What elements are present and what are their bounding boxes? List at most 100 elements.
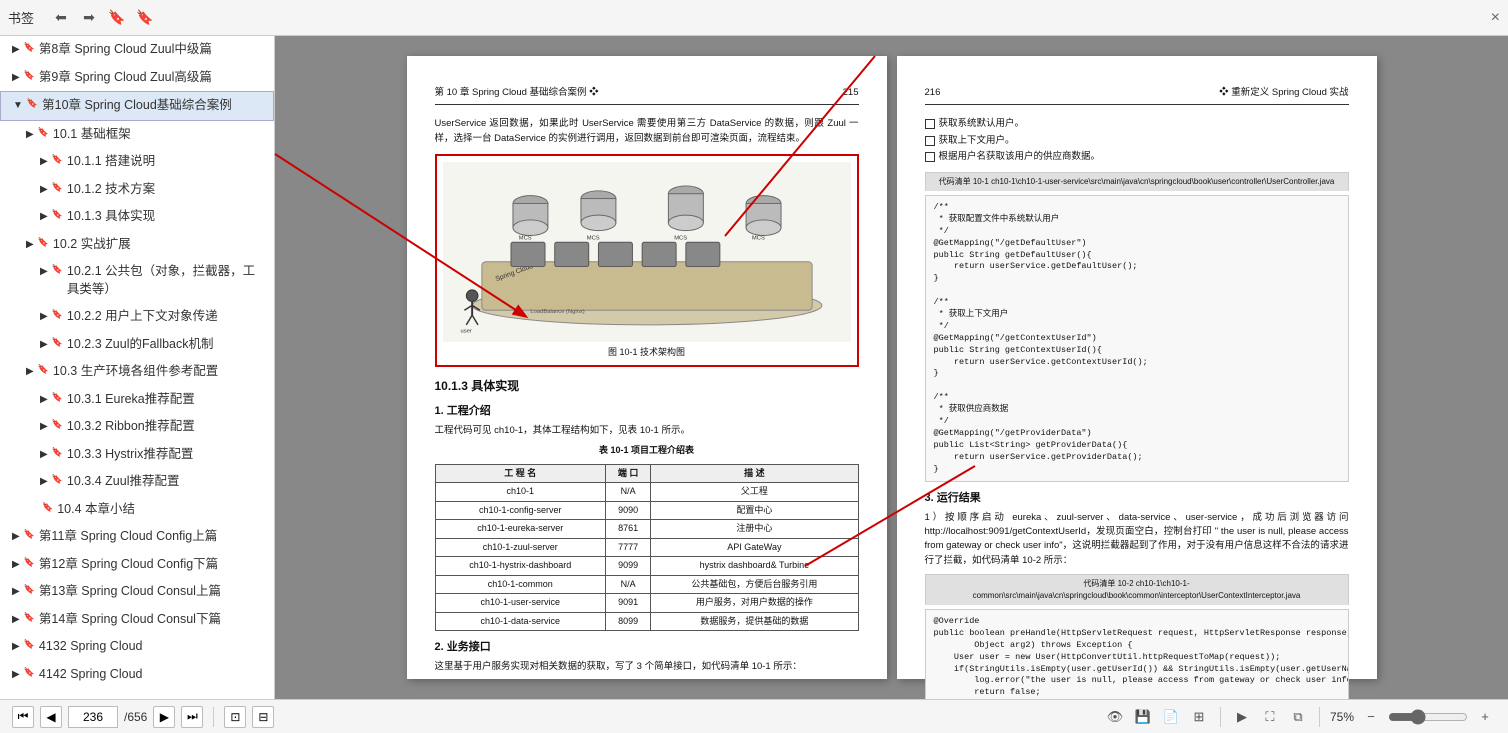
bookmark-indicator: 🔖	[52, 418, 63, 431]
sidebar-item-ch10-1[interactable]: ▶🔖 10.1 基础框架	[0, 121, 274, 149]
sidebar-item-ch10-3-2[interactable]: ▶🔖 10.3.2 Ribbon推荐配置	[0, 413, 274, 441]
zoom-slider[interactable]	[1388, 709, 1468, 725]
screen-icon[interactable]: ⛶	[1259, 706, 1281, 728]
sidebar: ▶🔖 第8章 Spring Cloud Zuul中级篇▶🔖 第9章 Spring…	[0, 36, 275, 699]
table-cell: 9091	[605, 594, 650, 613]
project-table: 工 程 名 端 口 描 述 ch10-1N/A父工程ch10-1-config-…	[435, 464, 859, 632]
sidebar-item-ch10-3[interactable]: ▶🔖 10.3 生产环境各组件参考配置	[0, 358, 274, 386]
bottom-right: 👁 💾 📄 ⊞ ▶ ⛶ ⧉ 75% − +	[1104, 706, 1496, 728]
table-cell: 父工程	[651, 483, 858, 502]
bookmark-icon2[interactable]: 🔖	[134, 7, 156, 29]
code-block2: @Override public boolean preHandle(HttpS…	[925, 609, 1349, 699]
first-page-button[interactable]: ⏮	[12, 706, 34, 728]
table-row: ch10-1-hystrix-dashboard9099hystrix dash…	[435, 557, 858, 576]
bookmark-indicator: 🔖	[52, 153, 63, 166]
check-label: 获取上下文用户。	[939, 134, 1015, 148]
play-icon[interactable]: ▶	[1231, 706, 1253, 728]
bookmark-indicator: 🔖	[38, 126, 49, 139]
sidebar-item-ch9[interactable]: ▶🔖 第9章 Spring Cloud Zuul高级篇	[0, 64, 274, 92]
sidebar-label: 10.3.1 Eureka推荐配置	[67, 391, 195, 409]
expand-triangle: ▶	[12, 668, 20, 682]
forward-icon[interactable]: ➡	[78, 7, 100, 29]
sidebar-label: 4132 Spring Cloud	[39, 638, 143, 656]
table-row: ch10-1-data-service8099数据服务，提供基础的数据	[435, 612, 858, 631]
copy-icon[interactable]: 📄	[1160, 706, 1182, 728]
code-header1: 代码清单 10-1 ch10-1\ch10-1-user-service\src…	[925, 172, 1349, 191]
zoom-plus-icon[interactable]: +	[1474, 706, 1496, 728]
section-title: 10.1.3 具体实现	[435, 377, 859, 395]
sidebar-item-ch11[interactable]: ▶🔖 第11章 Spring Cloud Config上篇	[0, 523, 274, 551]
bookmark-indicator: 🔖	[24, 638, 35, 651]
check-item: 根据用户名获取该用户的供应商数据。	[925, 150, 1349, 164]
table-row: ch10-1-user-service9091用户服务，对用户数据的操作	[435, 594, 858, 613]
sidebar-item-ch13[interactable]: ▶🔖 第13章 Spring Cloud Consul上篇	[0, 578, 274, 606]
bookmark-icon1[interactable]: 🔖	[106, 7, 128, 29]
pages-container[interactable]: 第 10 章 Spring Cloud 基础综合案例 ❖ 215 UserSer…	[275, 36, 1508, 699]
sidebar-item-ch10-2-3[interactable]: ▶🔖 10.2.3 Zuul的Fallback机制	[0, 331, 274, 359]
check-label: 获取系统默认用户。	[939, 117, 1025, 131]
page-input[interactable]	[68, 706, 118, 728]
table-row: ch10-1-config-server9090配置中心	[435, 501, 858, 520]
sidebar-label: 第13章 Spring Cloud Consul上篇	[39, 583, 221, 601]
sidebar-label: 第8章 Spring Cloud Zuul中级篇	[39, 41, 212, 59]
table-cell: N/A	[605, 483, 650, 502]
expand-triangle: ▶	[40, 210, 48, 224]
code-block1: /** * 获取配置文件中系统默认用户 */ @GetMapping("/get…	[925, 195, 1349, 482]
sidebar-item-ch10-2-1[interactable]: ▶🔖 10.2.1 公共包（对象，拦截器，工具类等）	[0, 258, 274, 303]
close-button[interactable]: ×	[1491, 9, 1500, 27]
sidebar-item-ch10-1-2[interactable]: ▶🔖 10.1.2 技术方案	[0, 176, 274, 204]
toolbar-title: 书签	[8, 8, 34, 27]
sidebar-item-ch10[interactable]: ▼🔖 第10章 Spring Cloud基础综合案例	[0, 91, 274, 121]
sidebar-item-ch14[interactable]: ▶🔖 第14章 Spring Cloud Consul下篇	[0, 606, 274, 634]
sidebar-item-ch8[interactable]: ▶🔖 第8章 Spring Cloud Zuul中级篇	[0, 36, 274, 64]
subsection3: 3. 运行结果	[925, 490, 1349, 507]
table-cell: ch10-1-eureka-server	[435, 520, 605, 539]
sidebar-label: 10.1.2 技术方案	[67, 181, 155, 199]
sidebar-label: 第11章 Spring Cloud Config上篇	[39, 528, 217, 546]
zoom-minus-icon[interactable]: −	[1360, 706, 1382, 728]
last-page-button[interactable]: ⏭	[181, 706, 203, 728]
bookmark-indicator: 🔖	[52, 308, 63, 321]
sidebar-item-ch10-1-3[interactable]: ▶🔖 10.1.3 具体实现	[0, 203, 274, 231]
next-page-button[interactable]: ▶	[153, 706, 175, 728]
expand-triangle: ▶	[26, 128, 34, 142]
sidebar-label: 10.2.2 用户上下文对象传递	[67, 308, 218, 326]
arrange-icon[interactable]: ⊞	[1188, 706, 1210, 728]
right-page: 216 ❖ 重新定义 Spring Cloud 实战 获取系统默认用户。获取上下…	[897, 56, 1377, 679]
sidebar-label: 10.3.4 Zuul推荐配置	[67, 473, 180, 491]
sidebar-item-ch10-2-2[interactable]: ▶🔖 10.2.2 用户上下文对象传递	[0, 303, 274, 331]
two-pages: 第 10 章 Spring Cloud 基础综合案例 ❖ 215 UserSer…	[407, 56, 1377, 679]
separator1	[213, 707, 214, 727]
screen-icon2[interactable]: ⧉	[1287, 706, 1309, 728]
sidebar-item-ch10-4[interactable]: 🔖 10.4 本章小结	[0, 496, 274, 524]
expand-button[interactable]: ⊡	[224, 706, 246, 728]
zoom-level: 75%	[1330, 710, 1354, 724]
table-caption: 表 10-1 项目工程介绍表	[435, 444, 859, 458]
expand-triangle: ▶	[12, 558, 20, 572]
back-icon[interactable]: ⬅	[50, 7, 72, 29]
bookmark-indicator: 🔖	[27, 97, 38, 110]
sidebar-item-ch42-spring[interactable]: ▶🔖 4142 Spring Cloud	[0, 661, 274, 689]
expand-triangle: ▶	[12, 43, 20, 57]
sidebar-label: 第12章 Spring Cloud Config下篇	[39, 556, 218, 574]
expand-triangle: ▶	[40, 475, 48, 489]
sidebar-item-ch10-3-4[interactable]: ▶🔖 10.3.4 Zuul推荐配置	[0, 468, 274, 496]
col-header-desc: 描 述	[651, 464, 858, 483]
sidebar-item-ch12[interactable]: ▶ 🔖 第12章 Spring Cloud Config下篇	[0, 551, 274, 579]
sidebar-item-ch10-3-1[interactable]: ▶🔖 10.3.1 Eureka推荐配置	[0, 386, 274, 414]
prev-page-button[interactable]: ◀	[40, 706, 62, 728]
sidebar-item-ch10-2[interactable]: ▶🔖 10.2 实战扩展	[0, 231, 274, 259]
expand-triangle: ▶	[40, 265, 48, 279]
eye-icon[interactable]: 👁	[1104, 706, 1126, 728]
main-layout: ▶🔖 第8章 Spring Cloud Zuul中级篇▶🔖 第9章 Spring…	[0, 36, 1508, 699]
sidebar-item-ch10-3-3[interactable]: ▶🔖 10.3.3 Hystrix推荐配置	[0, 441, 274, 469]
table-cell: ch10-1-data-service	[435, 612, 605, 631]
top-bar: 书签 ⬅ ➡ 🔖 🔖 ×	[0, 0, 1508, 36]
sidebar-item-ch10-1-1[interactable]: ▶🔖 10.1.1 搭建说明	[0, 148, 274, 176]
intro-text: 工程代码可见 ch10-1，其体工程结构如下，见表 10-1 所示。	[435, 424, 859, 438]
bookmark-indicator: 🔖	[24, 528, 35, 541]
save-icon[interactable]: 💾	[1132, 706, 1154, 728]
bookmark-indicator: 🔖	[24, 556, 35, 569]
sidebar-item-ch41-spring[interactable]: ▶🔖 4132 Spring Cloud	[0, 633, 274, 661]
shrink-button[interactable]: ⊟	[252, 706, 274, 728]
